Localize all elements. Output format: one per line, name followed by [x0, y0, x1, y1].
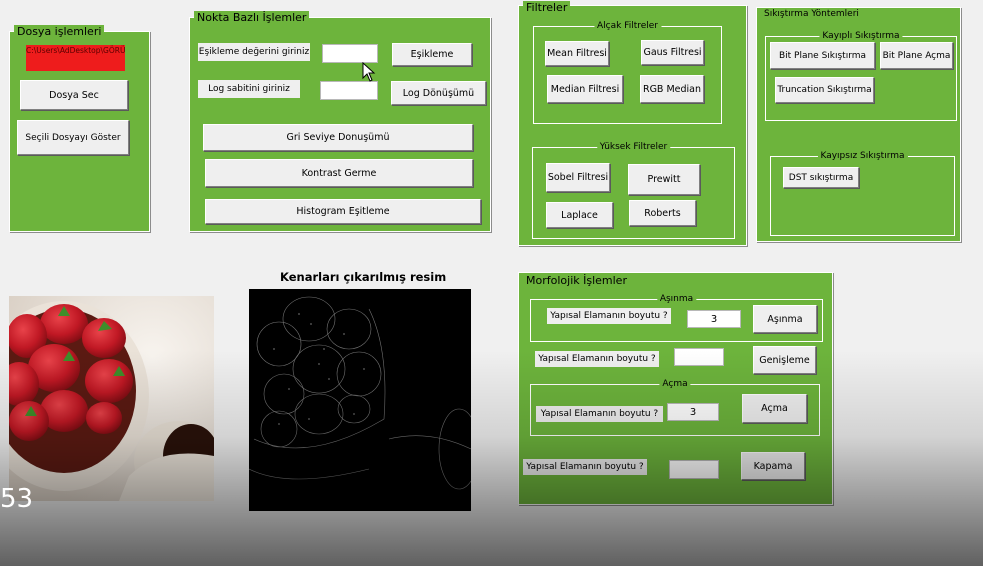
opening-size-input[interactable]	[667, 403, 719, 421]
threshold-input[interactable]	[322, 44, 378, 63]
filtreler-title: Filtreler	[523, 1, 571, 14]
esikleme-button[interactable]: Eşikleme	[392, 43, 472, 66]
yuksek-filtreler-group: Yüksek Filtreler Sobel Filtresi Prewitt …	[532, 141, 735, 239]
morfolojik-panel: Morfolojik İşlemler Aşınma Yapısal Elama…	[518, 272, 833, 505]
dilation-size-input[interactable]	[674, 348, 724, 366]
edge-image-title: Kenarları çıkarılmış resim	[280, 270, 447, 284]
asinma-title: Aşınma	[656, 293, 697, 306]
mean-filtresi-button[interactable]: Mean Filtresi	[545, 41, 609, 66]
edge-image	[249, 289, 471, 511]
laplace-button[interactable]: Laplace	[546, 202, 613, 228]
acma-title: Açma	[659, 378, 691, 391]
mouse-cursor-icon	[362, 62, 376, 82]
bit-plane-sikistirma-button[interactable]: Bit Plane Sıkıştırma	[770, 42, 875, 69]
dosya-islemleri-panel: Dosya işlemleri C:\Users\AdDesktop\GÖRÜN…	[9, 25, 150, 232]
prewitt-button[interactable]: Prewitt	[628, 164, 700, 195]
histogram-esitleme-button[interactable]: Histogram Eşitleme	[205, 199, 481, 224]
morfolojik-title: Morfolojik İşlemler	[523, 274, 630, 287]
gaus-filtresi-button[interactable]: Gaus Filtresi	[641, 40, 704, 65]
acma-button[interactable]: Açma	[742, 394, 807, 423]
secili-dosyayi-goster-button[interactable]: Seçili Dosyayı Göster	[17, 120, 129, 155]
bit-plane-acma-button[interactable]: Bit Plane Açma	[880, 42, 953, 69]
opening-size-label: Yapısal Elamanın boyutu ?	[536, 406, 663, 422]
alcak-filtreler-group: Alçak Filtreler Mean Filtresi Gaus Filtr…	[533, 20, 722, 124]
sikistirma-panel: Sıkıştırma Yöntemleri Kayıplı Sıkıştırma…	[756, 7, 961, 242]
erosion-size-input[interactable]	[687, 310, 741, 328]
roberts-button[interactable]: Roberts	[629, 200, 696, 226]
threshold-label: Eşikleme değerini giriniz	[198, 43, 310, 61]
asinma-button[interactable]: Aşınma	[753, 305, 817, 333]
strawberry-photo	[9, 296, 214, 501]
log-donusumu-button[interactable]: Log Dönüşümü	[391, 81, 486, 105]
alcak-filtreler-title: Alçak Filtreler	[593, 20, 662, 33]
truncation-sikistirma-button[interactable]: Truncation Sıkıştırma	[775, 77, 874, 103]
dosya-islemleri-title: Dosya işlemleri	[14, 25, 105, 38]
acma-group: Açma Yapısal Elamanın boyutu ? Açma	[530, 378, 820, 436]
median-filtresi-button[interactable]: Median Filtresi	[547, 75, 623, 103]
kapama-button[interactable]: Kapama	[741, 452, 805, 480]
filtreler-panel: Filtreler Alçak Filtreler Mean Filtresi …	[518, 1, 747, 246]
log-input[interactable]	[320, 81, 378, 100]
genisleme-button[interactable]: Genişleme	[753, 346, 816, 374]
closing-size-label: Yapısal Elamanın boyutu ?	[523, 459, 647, 475]
dosya-sec-button[interactable]: Dosya Sec	[20, 80, 128, 110]
closing-size-input[interactable]	[669, 460, 719, 479]
rgb-median-button[interactable]: RGB Median	[640, 75, 704, 103]
yuksek-filtreler-title: Yüksek Filtreler	[596, 141, 671, 154]
gri-seviye-button[interactable]: Gri Seviye Donuşümü	[203, 124, 473, 151]
file-path-warning: C:\Users\AdDesktop\GÖRÜNTÜ	[26, 45, 125, 71]
edge-detected-photo	[249, 289, 471, 511]
kayipsiz-sikistirma-group: Kayıpsız Sıkıştırma DST sıkıştırma	[770, 150, 955, 236]
nokta-bazli-panel: Nokta Bazlı İşlemler Eşikleme değerini g…	[189, 11, 491, 232]
video-timecode: 53	[0, 484, 34, 514]
original-image	[9, 296, 214, 501]
kayipli-sikistirma-group: Kayıplı Sıkıştırma Bit Plane Sıkıştırma …	[765, 30, 957, 121]
kayipsiz-sikistirma-title: Kayıpsız Sıkıştırma	[817, 150, 908, 163]
sobel-filtresi-button[interactable]: Sobel Filtresi	[546, 163, 610, 192]
dst-sikistirma-button[interactable]: DST sıkıştırma	[783, 167, 859, 188]
dilation-size-label: Yapısal Elamanın boyutu ?	[535, 351, 659, 367]
log-label: Log sabitini giriniz	[198, 80, 300, 98]
sikistirma-title: Sıkıştırma Yöntemleri	[761, 8, 862, 21]
kontrast-germe-button[interactable]: Kontrast Germe	[205, 159, 473, 187]
asinma-group: Aşınma Yapısal Elamanın boyutu ? Aşınma	[530, 293, 823, 342]
nokta-bazli-title: Nokta Bazlı İşlemler	[194, 11, 310, 24]
erosion-size-label: Yapısal Elamanın boyutu ?	[547, 308, 671, 324]
